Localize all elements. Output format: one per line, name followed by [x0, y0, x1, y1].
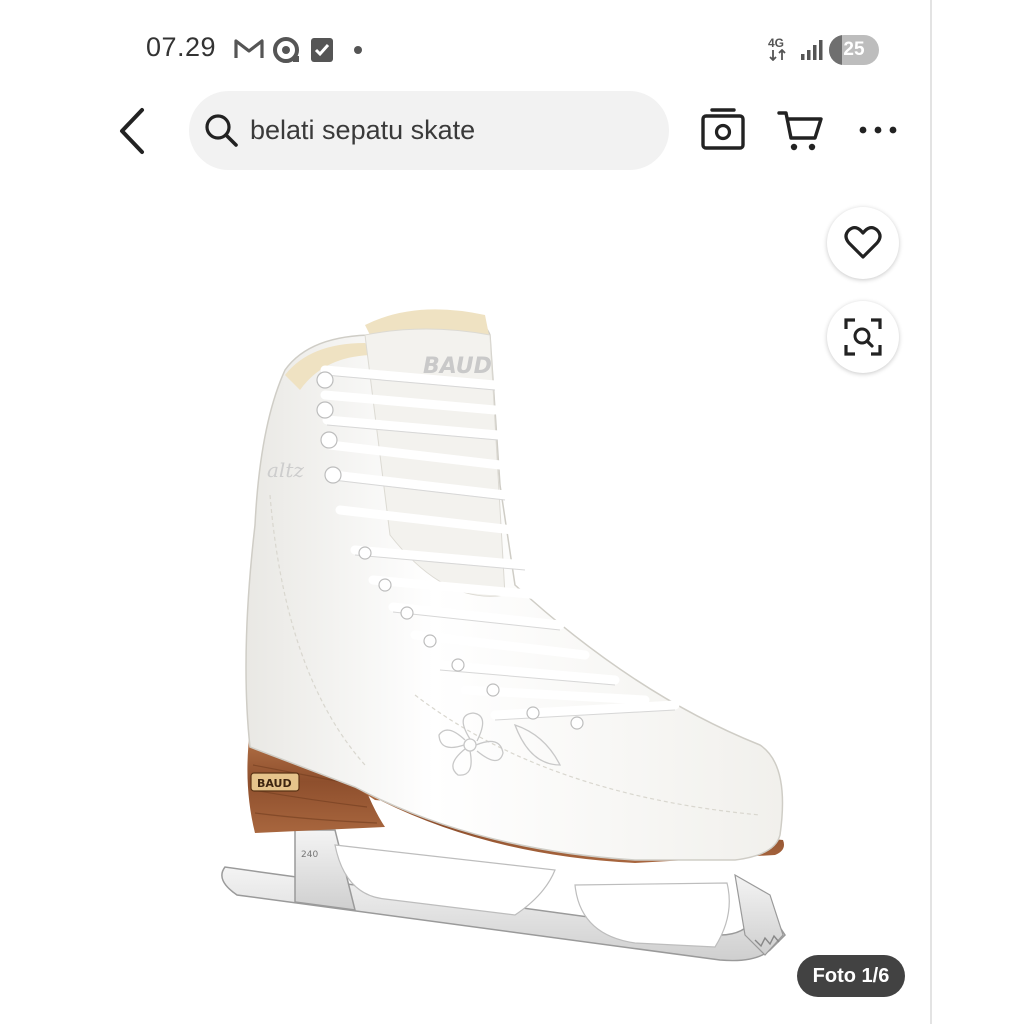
product-image[interactable]: 240 BAUD BAUD altz	[215, 295, 815, 1015]
boot-script-mark: altz	[267, 458, 304, 482]
battery-level: 25	[843, 39, 865, 60]
back-arrow-icon	[120, 108, 144, 154]
gmail-icon	[234, 39, 264, 58]
search-icon	[203, 112, 239, 148]
camera-button[interactable]	[700, 106, 746, 152]
screen: 07.29 4G 25 belati sepatu skate 240 BAUD…	[0, 0, 1024, 1024]
more-icon	[859, 126, 897, 134]
wishlist-button[interactable]	[827, 207, 899, 279]
heart-icon	[844, 226, 882, 259]
battery-indicator: 25	[829, 35, 879, 65]
search-input[interactable]: belati sepatu skate	[189, 91, 669, 170]
back-button[interactable]	[112, 104, 156, 158]
lens-app-icon	[273, 37, 299, 63]
image-search-button[interactable]	[827, 301, 899, 373]
data-arrows-icon	[769, 49, 786, 61]
right-gutter	[930, 0, 1024, 1024]
image-search-icon	[844, 318, 882, 356]
network-type-label: 4G	[768, 36, 785, 50]
cart-button[interactable]	[777, 108, 825, 154]
photo-counter-badge: Foto 1/6	[797, 955, 905, 997]
blade-size-mark: 240	[301, 850, 318, 860]
checkbox-app-icon	[311, 38, 333, 62]
heel-brand-mark: BAUD	[257, 777, 292, 790]
signal-icon	[801, 40, 823, 60]
camera-icon	[701, 108, 745, 150]
more-dot-icon	[354, 46, 362, 54]
network-indicator: 4G	[768, 37, 788, 61]
search-query: belati sepatu skate	[250, 115, 476, 145]
status-time: 07.29	[146, 32, 217, 62]
more-options-button[interactable]	[858, 120, 898, 140]
cart-icon	[777, 111, 823, 151]
